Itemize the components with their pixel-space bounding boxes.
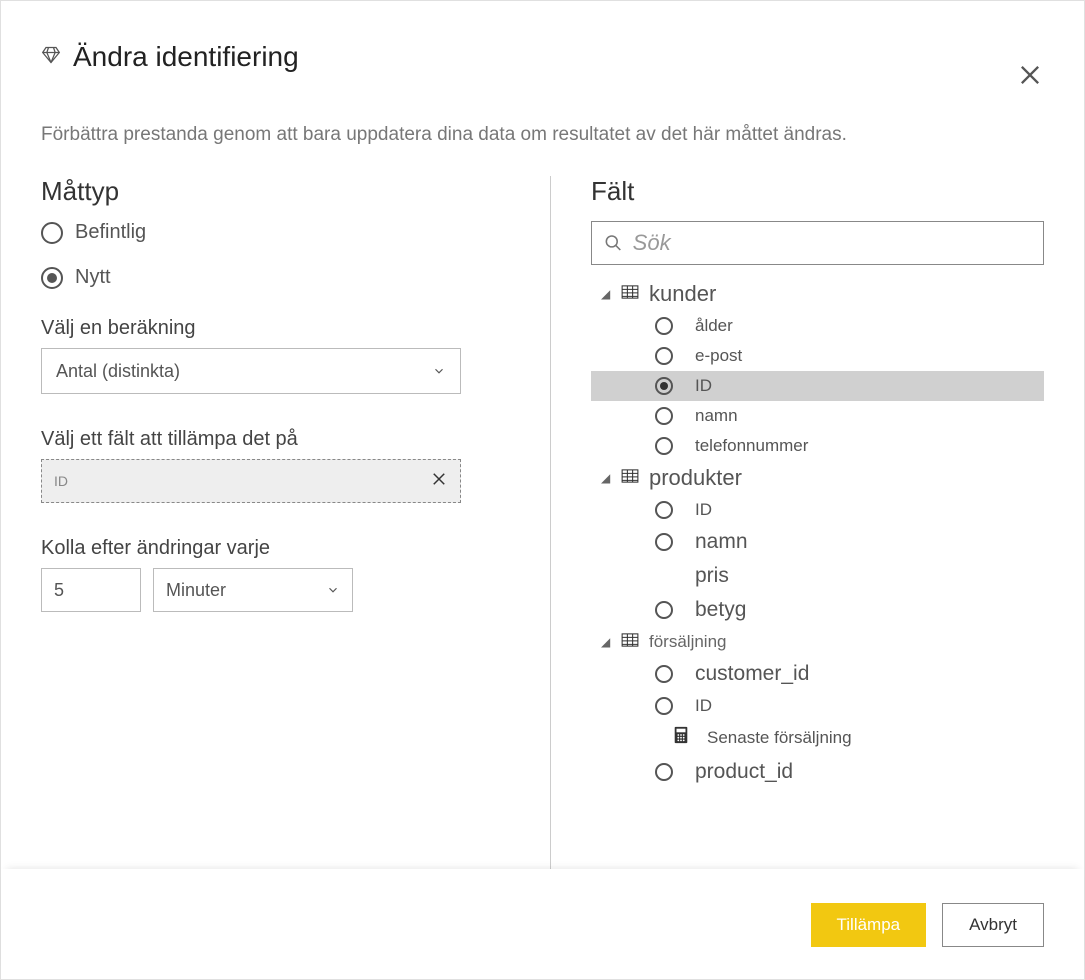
right-pane: Fält ◢ kunder [551,176,1044,869]
field-label: ID [695,376,712,396]
cancel-button[interactable]: Avbryt [942,903,1044,947]
field-kunder-id[interactable]: ID [591,371,1044,401]
radio-icon [655,697,673,715]
title-wrap: Ändra identifiering [41,41,299,73]
radio-icon [655,763,673,781]
radio-icon [41,267,63,289]
radio-icon [655,347,673,365]
dialog-subtitle: Förbättra prestanda genom att bara uppda… [1,94,1084,156]
field-produkter-id[interactable]: ID [591,495,1044,525]
calc-label: Välj en beräkning [41,317,520,340]
interval-unit-value: Minuter [166,580,226,601]
table-produkter-name: produkter [649,465,742,491]
diamond-icon [41,45,61,70]
field-kunder-telefon[interactable]: telefonnummer [591,431,1044,461]
field-kunder-namn[interactable]: namn [591,401,1044,431]
mattyp-radio-group: Befintlig Nytt [41,221,520,289]
change-detection-dialog: Ändra identifiering Förbättra prestanda … [1,1,1084,979]
field-label: telefonnummer [695,436,808,456]
calc-select[interactable]: Antal (distinkta) [41,348,461,394]
calculator-icon [673,726,689,750]
radio-icon [655,601,673,619]
field-forsaljning-customerid[interactable]: customer_id [591,657,1044,691]
field-clear-button[interactable] [430,470,448,493]
field-forsaljning-productid[interactable]: product_id [591,755,1044,789]
radio-icon [655,317,673,335]
radio-icon [655,437,673,455]
table-produkter[interactable]: ◢ produkter [591,461,1044,495]
dialog-footer: Tillämpa Avbryt [1,869,1084,979]
field-label: product_id [695,760,793,784]
field-label: namn [695,406,738,426]
table-forsaljning[interactable]: ◢ försäljning [591,627,1044,657]
field-kunder-alder[interactable]: ålder [591,311,1044,341]
radio-icon [655,407,673,425]
apply-button[interactable]: Tillämpa [811,903,927,947]
radio-icon [655,533,673,551]
interval-label: Kolla efter ändringar varje [41,537,520,560]
radio-befintlig[interactable]: Befintlig [41,221,520,244]
field-tree-wrap: ◢ kunder ålder e-post [591,277,1044,869]
interval-value-input[interactable] [41,568,141,612]
field-kunder-epost[interactable]: e-post [591,341,1044,371]
field-label: ID [695,500,712,520]
caret-down-icon: ◢ [601,287,611,301]
field-label: Senaste försäljning [707,728,852,748]
calc-value: Antal (distinkta) [56,361,180,382]
table-forsaljning-name: försäljning [649,632,727,652]
field-produkter-pris[interactable]: pris [591,559,1044,593]
table-icon [621,467,639,489]
interval-unit-select[interactable]: Minuter [153,568,353,612]
field-label: customer_id [695,662,809,686]
field-label: pris [695,564,729,588]
search-icon [604,233,623,253]
fields-title: Fält [591,176,1044,207]
field-forsaljning-id[interactable]: ID [591,691,1044,721]
field-produkter-betyg[interactable]: betyg [591,593,1044,627]
radio-icon [655,501,673,519]
field-label: ålder [695,316,733,336]
field-forsaljning-senaste[interactable]: Senaste försäljning [591,721,1044,755]
radio-nytt[interactable]: Nytt [41,266,520,289]
table-icon [621,631,639,653]
search-input[interactable] [633,230,1031,256]
radio-nytt-label: Nytt [75,266,111,289]
dialog-title: Ändra identifiering [73,41,299,73]
field-label: betyg [695,598,746,622]
dialog-header: Ändra identifiering [1,1,1084,94]
table-kunder-name: kunder [649,281,716,307]
chevron-down-icon [326,583,340,597]
field-apply-box[interactable]: ID [41,459,461,503]
field-label: ID [695,696,712,716]
field-apply-value: ID [54,460,430,502]
chevron-down-icon [432,364,446,378]
interval-row: Minuter [41,568,520,612]
caret-down-icon: ◢ [601,471,611,485]
close-button[interactable] [1016,61,1044,94]
radio-icon [41,222,63,244]
left-pane: Måttyp Befintlig Nytt Välj en beräkning … [41,176,551,869]
table-kunder[interactable]: ◢ kunder [591,277,1044,311]
field-tree: ◢ kunder ålder e-post [591,277,1044,789]
field-apply-label: Välj ett fält att tillämpa det på [41,428,520,451]
radio-icon [655,665,673,683]
field-label: e-post [695,346,742,366]
caret-down-icon: ◢ [601,635,611,649]
content-area: Måttyp Befintlig Nytt Välj en beräkning … [1,156,1084,869]
field-produkter-namn[interactable]: namn [591,525,1044,559]
mattyp-title: Måttyp [41,176,520,207]
radio-befintlig-label: Befintlig [75,221,146,244]
radio-icon [655,377,673,395]
field-label: namn [695,530,748,554]
search-box[interactable] [591,221,1044,265]
table-icon [621,283,639,305]
